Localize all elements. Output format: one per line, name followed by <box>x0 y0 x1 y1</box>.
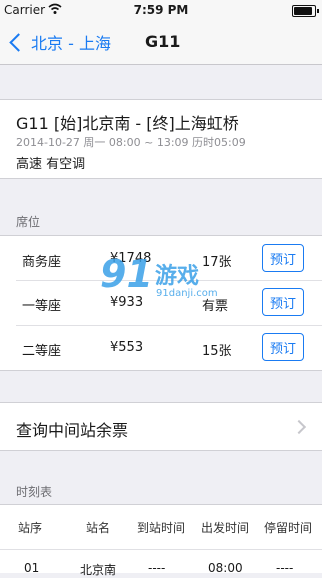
seat-row-business: 商务座 ¥1748 17张 预订 <box>0 237 322 281</box>
timetable-col-header: 到站时间 <box>137 521 186 535</box>
back-button[interactable]: 北京 - 上海 <box>6 30 111 54</box>
timetable-cell: ---- <box>276 561 294 575</box>
train-schedule: 2014-10-27 周一 08:00 ~ 13:09 历时05:09 <box>16 136 246 149</box>
query-intermediate-stations-row[interactable]: 查询中间站余票 <box>0 402 322 451</box>
seat-count: 有票 <box>202 299 229 314</box>
seat-row-first-class: 一等座 ¥933 有票 预订 <box>0 281 322 325</box>
seat-count: 15张 <box>202 344 232 359</box>
seat-row-second-class: 二等座 ¥553 15张 预订 <box>0 326 322 370</box>
nav-bar: 北京 - 上海 G11 <box>0 20 322 65</box>
train-name: G11 [始]北京南 - [终]上海虹桥 <box>16 114 239 133</box>
seats-section-header: 席位 <box>16 215 41 229</box>
book-button[interactable]: 预订 <box>262 244 304 272</box>
seat-price: ¥1748 <box>110 251 152 266</box>
timetable-col-header: 出发时间 <box>201 521 250 535</box>
timetable-cell: 北京南 <box>80 563 117 577</box>
seat-count: 17张 <box>202 255 232 270</box>
seat-price: ¥933 <box>110 295 144 310</box>
timetable-col-header: 停留时间 <box>264 521 313 535</box>
chevron-left-icon <box>9 32 28 52</box>
timetable-cell: 01 <box>24 561 40 575</box>
train-features: 高速 有空调 <box>16 157 86 172</box>
book-button[interactable]: 预订 <box>262 288 304 316</box>
seat-table: 商务座 ¥1748 17张 预订 一等座 ¥933 有票 预订 二等座 ¥553… <box>0 235 322 371</box>
book-button[interactable]: 预订 <box>262 333 304 361</box>
timetable-cell: ---- <box>148 561 166 575</box>
battery-icon <box>292 5 319 17</box>
query-label: 查询中间站余票 <box>16 421 129 440</box>
timetable-col-header: 站名 <box>86 521 111 535</box>
timetable-section-header: 时刻表 <box>16 485 53 499</box>
seat-class: 一等座 <box>22 299 62 314</box>
train-info-card: G11 [始]北京南 - [终]上海虹桥 2014-10-27 周一 08:00… <box>0 99 322 179</box>
clock: 7:59 PM <box>133 3 189 17</box>
timetable: 站序 站名 到站时间 出发时间 停留时间 01 北京南 ---- 08:00 -… <box>0 504 322 577</box>
seat-class: 商务座 <box>22 255 62 270</box>
seat-price: ¥553 <box>110 340 144 355</box>
page-title: G11 <box>145 32 181 51</box>
status-bar: Carrier 7:59 PM <box>0 0 322 20</box>
timetable-cell: 08:00 <box>208 561 243 575</box>
timetable-col-header: 站序 <box>18 521 43 535</box>
back-button-label: 北京 - 上海 <box>31 34 111 53</box>
chevron-right-icon <box>291 419 307 435</box>
row-divider <box>0 549 322 550</box>
seat-class: 二等座 <box>22 344 62 359</box>
